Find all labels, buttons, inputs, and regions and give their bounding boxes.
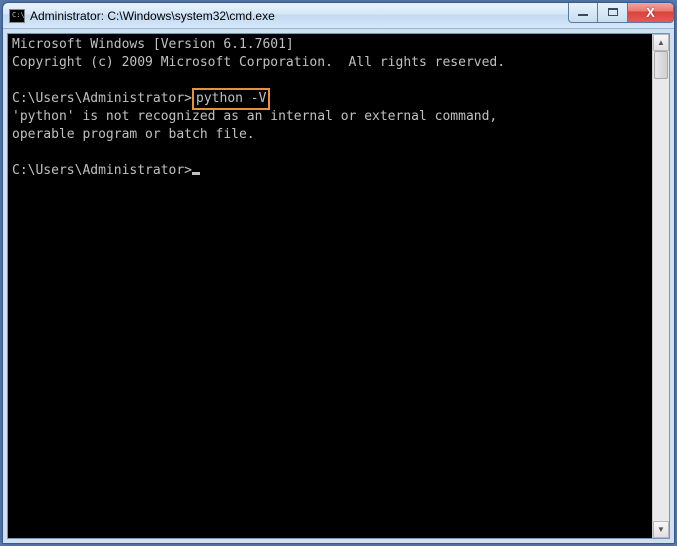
maximize-icon xyxy=(608,8,618,16)
cursor xyxy=(192,172,200,175)
vertical-scrollbar: ▲ ▼ xyxy=(652,34,669,538)
window-title: Administrator: C:\Windows\system32\cmd.e… xyxy=(30,9,568,23)
maximize-button[interactable] xyxy=(598,3,628,23)
close-button[interactable]: X xyxy=(628,3,674,23)
prompt-path: C:\Users\Administrator> xyxy=(12,163,192,178)
minimize-button[interactable] xyxy=(568,3,598,23)
terminal-line: Copyright (c) 2009 Microsoft Corporation… xyxy=(12,54,648,72)
terminal-line xyxy=(12,72,648,90)
chevron-up-icon: ▲ xyxy=(657,38,665,47)
window-body: Microsoft Windows [Version 6.1.7601]Copy… xyxy=(3,29,674,543)
minimize-icon xyxy=(578,14,588,16)
window-controls: X xyxy=(568,3,674,23)
terminal-line: 'python' is not recognized as an interna… xyxy=(12,108,648,126)
terminal-output[interactable]: Microsoft Windows [Version 6.1.7601]Copy… xyxy=(8,34,652,538)
terminal-line: Microsoft Windows [Version 6.1.7601] xyxy=(12,36,648,54)
terminal-container: Microsoft Windows [Version 6.1.7601]Copy… xyxy=(7,33,670,539)
terminal-line: operable program or batch file. xyxy=(12,126,648,144)
chevron-down-icon: ▼ xyxy=(657,525,665,534)
scrollbar-thumb[interactable] xyxy=(654,51,668,79)
scroll-up-button[interactable]: ▲ xyxy=(653,34,669,51)
titlebar[interactable]: C:\ Administrator: C:\Windows\system32\c… xyxy=(3,3,674,29)
scroll-down-button[interactable]: ▼ xyxy=(653,521,669,538)
close-icon: X xyxy=(646,5,655,20)
highlighted-command: python -V xyxy=(192,88,270,110)
terminal-line: C:\Users\Administrator>python -V xyxy=(12,90,648,108)
terminal-line xyxy=(12,144,648,162)
cmd-icon: C:\ xyxy=(9,9,25,23)
terminal-line: C:\Users\Administrator> xyxy=(12,162,648,180)
cmd-window: C:\ Administrator: C:\Windows\system32\c… xyxy=(2,2,675,544)
prompt-path: C:\Users\Administrator> xyxy=(12,91,192,106)
cmd-icon-text: C:\ xyxy=(12,12,25,19)
scrollbar-track[interactable] xyxy=(653,51,669,521)
